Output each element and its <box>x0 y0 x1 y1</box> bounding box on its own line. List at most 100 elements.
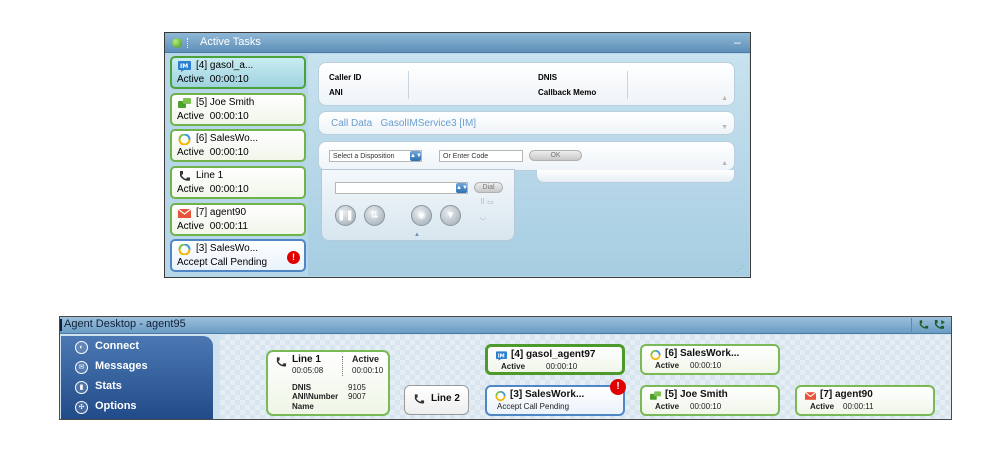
messages-icon: ✉ <box>75 361 88 374</box>
salesforce-icon <box>178 244 191 255</box>
chat-icon <box>178 98 191 108</box>
disposition-panel: Select a Disposition ▲▼ Or Enter Code OK… <box>318 141 735 171</box>
transfer-icon: ⇅ <box>370 210 379 221</box>
panel-shadow <box>536 170 735 183</box>
task-status: Active 00:00:10 <box>177 74 249 85</box>
task-name: [3] SalesWo... <box>196 243 259 254</box>
chat-icon <box>650 391 661 400</box>
transfer-button[interactable]: ⇅ <box>364 205 385 226</box>
salesforce-icon <box>178 134 191 145</box>
task-name: Line 1 <box>196 170 224 181</box>
dial-button[interactable]: Dial <box>474 182 503 193</box>
task-card[interactable]: [7] agent90 Active 00:00:11 <box>170 203 306 236</box>
task-card-sales6[interactable]: [6] SalesWork... Active 00:00:10 <box>640 344 780 375</box>
email-icon <box>805 391 816 400</box>
nav-item-stats[interactable]: ▮ Stats <box>73 379 203 397</box>
dnis-value: 9105 <box>348 383 366 392</box>
line1-card[interactable]: Line 1 00:05:08 Active 00:00:10 DNIS 910… <box>266 350 390 416</box>
disposition-select[interactable]: Select a Disposition ▲▼ <box>329 150 422 162</box>
email-icon <box>178 208 191 218</box>
line2-card[interactable]: Line 2 <box>404 385 469 415</box>
alert-icon[interactable]: ! <box>610 379 626 395</box>
expand-icon[interactable]: ▼ <box>721 124 728 131</box>
resize-grip-icon[interactable]: ⋰ <box>736 264 744 273</box>
active-tasks-titlebar: Active Tasks – <box>165 33 750 53</box>
task-status: Active 00:00:10 <box>177 184 249 195</box>
ani-label: ANI <box>329 88 343 97</box>
task-name: [6] SalesWo... <box>196 133 259 144</box>
task-card[interactable]: [6] SalesWo... Active 00:00:10 <box>170 129 306 162</box>
title-marker <box>60 319 62 331</box>
options-icon: ✣ <box>75 401 88 414</box>
task-card[interactable]: [5] Joe Smith Active 00:00:10 <box>170 93 306 126</box>
alert-icon[interactable]: ! <box>287 251 300 264</box>
line-name: Line 2 <box>431 393 460 404</box>
dialpad-panel: ▲▼ Dial ⠿ ▭ ◡ ❚❚ ⇅ ◉ ▼ ▲ <box>321 169 515 241</box>
agent-desktop-window: Agent Desktop - agent95 ◐ Connect ✉ Mess… <box>59 316 952 420</box>
line-duration: 00:05:08 <box>292 366 324 375</box>
window-title: Agent Desktop - agent95 <box>64 318 186 330</box>
number-select[interactable]: ▲▼ <box>335 182 468 194</box>
phone-icon <box>276 357 287 367</box>
collapse-icon[interactable]: ▲ <box>414 232 420 238</box>
divider <box>342 356 343 376</box>
stats-icon: ▮ <box>75 381 88 394</box>
chevron-down-icon: ▲▼ <box>410 151 422 161</box>
hangup-button[interactable]: ▼ <box>440 205 461 226</box>
agent-desktop-titlebar: Agent Desktop - agent95 <box>60 317 951 334</box>
record-button[interactable]: ◉ <box>411 205 432 226</box>
task-card[interactable]: [3] SalesWo... Accept Call Pending ! <box>170 239 306 272</box>
expand-icon[interactable]: ▲ <box>721 160 728 167</box>
chevron-down-icon: ▼ <box>445 210 456 221</box>
expand-icon[interactable]: ▲ <box>721 95 728 102</box>
svg-text:IM: IM <box>498 353 505 359</box>
active-tasks-window: Active Tasks – IM [4] gasol_a... Active … <box>164 32 751 278</box>
call-data-text: Call Data GasolIMService3 [IM] <box>331 118 477 129</box>
agent-nav-menu: ◐ Connect ✉ Messages ▮ Stats ✣ Options <box>61 336 213 419</box>
titlebar-actions <box>911 318 947 332</box>
code-input[interactable]: Or Enter Code <box>439 150 523 162</box>
phone-icon <box>180 171 190 181</box>
salesforce-icon <box>495 391 506 401</box>
svg-text:IM: IM <box>180 63 188 70</box>
task-card-agent90[interactable]: [7] agent90 Active 00:00:11 <box>795 385 935 416</box>
phone-transfer-icon[interactable] <box>933 320 945 330</box>
window-title: Active Tasks <box>200 36 261 48</box>
task-card[interactable]: Line 1 Active 00:00:10 <box>170 166 306 199</box>
pause-icon: ❚❚ <box>337 210 354 221</box>
keypad-icon[interactable]: ⠿ ▭ <box>480 198 494 206</box>
headset-icon[interactable]: ◡ <box>480 213 486 221</box>
task-name: [4] gasol_a... <box>196 60 254 71</box>
caller-id-label: Caller ID <box>329 73 362 82</box>
ani-value: 9007 <box>348 392 366 401</box>
task-card[interactable]: IM [4] gasol_a... Active 00:00:10 <box>170 56 306 89</box>
task-name: [5] Joe Smith <box>196 97 255 108</box>
task-name: [7] agent90 <box>196 207 247 218</box>
caller-info-panel: Caller ID ANI DNIS Callback Memo ▲ <box>318 62 735 106</box>
task-status: Active 00:00:11 <box>177 221 248 232</box>
call-data-panel[interactable]: Call Data GasolIMService3 [IM] ▼ <box>318 111 735 135</box>
hold-button[interactable]: ❚❚ <box>335 205 356 226</box>
task-card-joe[interactable]: [5] Joe Smith Active 00:00:10 <box>640 385 780 416</box>
phone-icon[interactable] <box>918 320 929 330</box>
ani-label: ANI\Number <box>292 392 339 401</box>
nav-item-connect[interactable]: ◐ Connect <box>73 339 203 357</box>
drag-handle[interactable] <box>187 38 189 48</box>
nav-item-messages[interactable]: ✉ Messages <box>73 359 203 377</box>
im-icon: IM <box>178 61 191 72</box>
divider <box>408 71 409 99</box>
line-status: Active <box>352 354 380 364</box>
line-name: Line 1 <box>292 354 321 365</box>
connect-icon: ◐ <box>75 341 88 354</box>
task-details-area: Caller ID ANI DNIS Callback Memo ▲ Call … <box>308 54 749 276</box>
task-card-sales3[interactable]: [3] SalesWork... Accept Call Pending <box>485 385 625 416</box>
status-light-icon <box>172 38 182 48</box>
task-card-gasol[interactable]: IM [4] gasol_agent97 Active 00:00:10 <box>485 344 625 375</box>
phone-icon <box>414 394 425 404</box>
im-icon: IM <box>496 351 507 361</box>
task-status: Active 00:00:10 <box>177 147 249 158</box>
ok-button[interactable]: OK <box>529 150 582 161</box>
line-time: 00:00:10 <box>352 366 384 375</box>
nav-item-options[interactable]: ✣ Options <box>73 399 203 417</box>
minimize-button[interactable]: – <box>734 36 744 48</box>
